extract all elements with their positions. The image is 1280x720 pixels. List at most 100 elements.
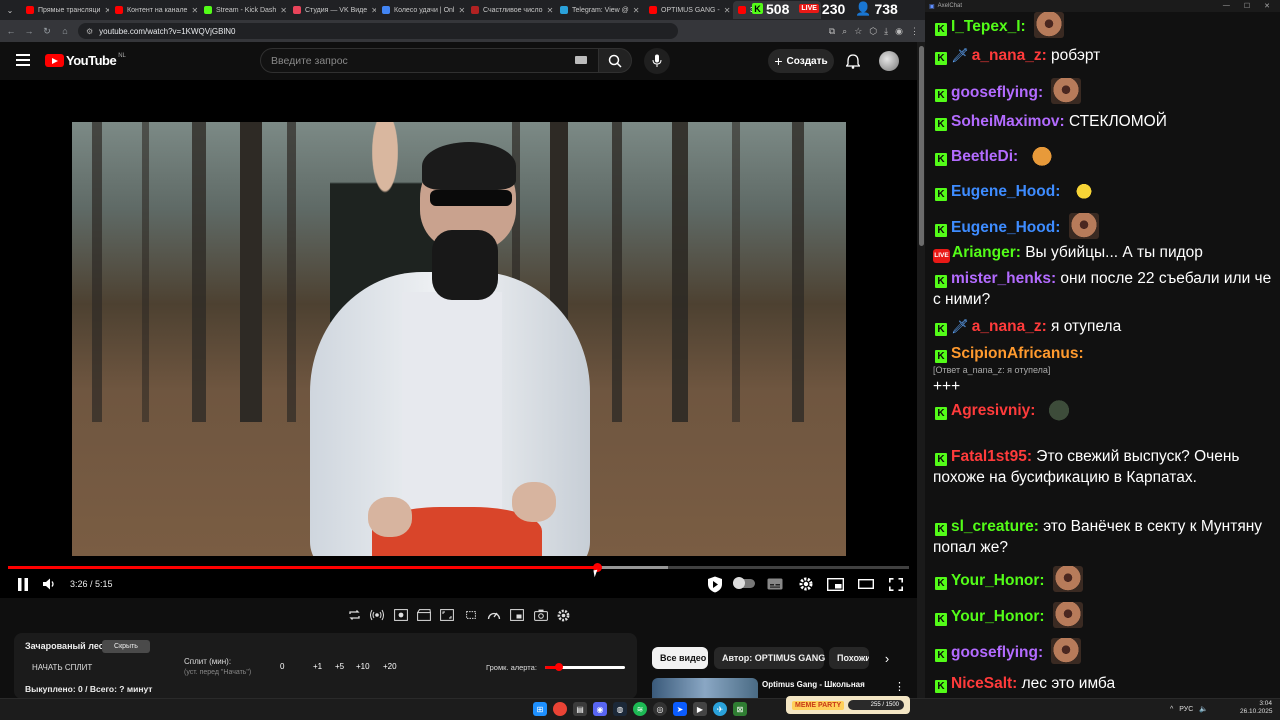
reload-icon[interactable]: ↻ <box>42 26 52 37</box>
browser-tab[interactable]: Stream - Kick Dash ✕ <box>199 1 287 19</box>
telegram-icon[interactable]: ✈ <box>713 702 727 716</box>
keyboard-icon[interactable] <box>575 56 587 64</box>
steam-icon[interactable]: ◍ <box>613 702 627 716</box>
close-icon[interactable]: ✕ <box>1264 2 1270 10</box>
chat-username[interactable]: Your_Honor <box>951 608 1039 625</box>
search-input[interactable]: Введите запрос <box>260 48 600 73</box>
chat-username[interactable]: NiceSalt <box>951 675 1012 692</box>
tab-close-icon[interactable]: ✕ <box>104 6 109 15</box>
notifications-bell-icon[interactable] <box>844 52 862 70</box>
pause-button[interactable] <box>14 576 32 592</box>
loop-icon[interactable] <box>346 607 362 623</box>
speedometer-icon[interactable] <box>486 607 502 623</box>
telegram-desktop-icon[interactable]: ➤ <box>673 702 687 716</box>
chat-username[interactable]: gooseflying <box>951 644 1038 661</box>
split-plus-20-button[interactable]: +20 <box>383 662 397 671</box>
chrome-icon[interactable] <box>553 702 567 716</box>
recommendation-thumbnail[interactable] <box>652 678 758 700</box>
back-icon[interactable]: ← <box>6 26 16 36</box>
browser-tab[interactable]: Студия — VK Виде ✕ <box>288 1 376 19</box>
chat-username[interactable]: Eugene_Hood <box>951 219 1055 236</box>
chevron-right-icon[interactable]: › <box>880 650 894 666</box>
chat-username[interactable]: sl_creature <box>951 518 1034 535</box>
volume-tray-icon[interactable]: 🔈 <box>1199 705 1208 713</box>
start-split-button[interactable]: НАЧАТЬ СПЛИТ <box>26 660 106 674</box>
adblock-shield-icon[interactable] <box>706 575 724 593</box>
chat-username[interactable]: mister_henks <box>951 270 1051 287</box>
clock[interactable]: 3:04 26.10.2025 <box>1240 700 1273 716</box>
chat-username[interactable]: Agresivniy <box>951 402 1030 419</box>
avatar[interactable] <box>879 51 899 71</box>
more-options-icon[interactable]: ⋮ <box>894 680 905 693</box>
forward-icon[interactable]: → <box>24 26 34 36</box>
autoplay-toggle-knob[interactable] <box>733 577 745 589</box>
install-icon[interactable]: ⧉ <box>829 26 835 37</box>
chat-username[interactable]: I_Tepex_I <box>951 18 1021 35</box>
browser-tab[interactable]: OPTIMUS GANG - ✕ <box>644 1 732 19</box>
create-button[interactable]: + Создать <box>768 49 834 73</box>
browser-tab[interactable]: Колесо удачи | Onl ✕ <box>377 1 465 19</box>
tab-close-icon[interactable]: ✕ <box>280 6 287 15</box>
language-indicator[interactable]: РУС <box>1179 706 1193 713</box>
hide-button[interactable]: Скрыть <box>102 640 150 653</box>
tab-close-icon[interactable]: ✕ <box>458 6 465 15</box>
chat-username[interactable]: BeetleDi <box>951 148 1013 165</box>
chat-username[interactable]: a_nana_z <box>972 47 1042 64</box>
chat-username[interactable]: Eugene_Hood <box>951 183 1055 200</box>
extension-icon[interactable]: ⬡ <box>869 26 877 37</box>
clapper-icon[interactable] <box>416 607 432 623</box>
tab-close-icon[interactable]: ✕ <box>547 6 554 15</box>
tab-close-icon[interactable]: ✕ <box>371 6 376 15</box>
miniplayer-button[interactable] <box>826 577 844 591</box>
search-button[interactable] <box>598 48 632 73</box>
maximize-icon[interactable]: ☐ <box>1244 2 1250 10</box>
split-plus-10-button[interactable]: +10 <box>356 662 370 671</box>
menu-dots-icon[interactable]: ⋮ <box>910 26 919 37</box>
chip-author[interactable]: Автор: OPTIMUS GANG <box>714 647 825 669</box>
settings-button[interactable] <box>797 576 815 592</box>
split-value[interactable]: 0 <box>280 662 284 671</box>
profile-icon[interactable]: ◉ <box>895 26 903 37</box>
video-frame[interactable] <box>72 122 846 556</box>
chat-username[interactable]: gooseflying <box>951 84 1038 101</box>
browser-tab[interactable]: Прямые трансляци ✕ <box>21 1 109 19</box>
chat-username[interactable]: Your_Honor <box>951 572 1039 589</box>
discord-icon[interactable]: ◉ <box>593 702 607 716</box>
spotify-icon[interactable]: ≋ <box>633 702 647 716</box>
subtitles-button[interactable] <box>766 577 784 591</box>
minimize-icon[interactable]: — <box>1223 2 1230 10</box>
excel-icon[interactable]: ⊠ <box>733 702 747 716</box>
chat-username[interactable]: a_nana_z <box>972 318 1042 335</box>
scrollbar-thumb[interactable] <box>919 46 924 246</box>
extension-settings-gear-icon[interactable] <box>556 607 572 623</box>
chip-all-videos[interactable]: Все видео <box>652 647 708 669</box>
tray-chevron-icon[interactable]: ^ <box>1170 706 1173 713</box>
screenshot-icon[interactable] <box>393 607 409 623</box>
file-explorer-icon[interactable]: ▤ <box>573 702 587 716</box>
home-icon[interactable]: ⌂ <box>60 26 70 36</box>
tab-close-icon[interactable]: ✕ <box>191 6 198 15</box>
voice-search-button[interactable] <box>644 48 670 74</box>
site-info-icon[interactable]: ⚙ <box>86 27 93 36</box>
windows-start-icon[interactable]: ⊞ <box>533 702 547 716</box>
volume-button[interactable] <box>42 576 58 592</box>
youtube-logo[interactable]: YouTube NL <box>45 53 126 68</box>
browser-tab[interactable]: Контент на канале ✕ <box>110 1 198 19</box>
camera-icon[interactable] <box>533 607 549 623</box>
zoom-icon[interactable]: ⌕ <box>842 26 847 37</box>
obs-icon[interactable]: ◎ <box>653 702 667 716</box>
audio-icon[interactable] <box>369 607 385 623</box>
crop-icon[interactable] <box>463 607 479 623</box>
menu-hamburger-icon[interactable] <box>16 54 30 66</box>
split-plus-1-button[interactable]: +1 <box>313 662 322 671</box>
fullscreen-button[interactable] <box>887 577 905 591</box>
chat-username[interactable]: ScipionAfricanus <box>951 345 1078 362</box>
chat-username[interactable]: Arianger <box>952 244 1016 261</box>
download-icon[interactable]: ⤓ <box>884 26 888 37</box>
media-player-icon[interactable]: ▶ <box>693 702 707 716</box>
bookmark-star-icon[interactable]: ☆ <box>854 26 862 37</box>
split-plus-5-button[interactable]: +5 <box>335 662 344 671</box>
picture-in-picture-icon[interactable] <box>509 607 525 623</box>
browser-tab[interactable]: Telegram: View @ ✕ <box>555 1 643 19</box>
aspect-ratio-icon[interactable] <box>439 607 455 623</box>
